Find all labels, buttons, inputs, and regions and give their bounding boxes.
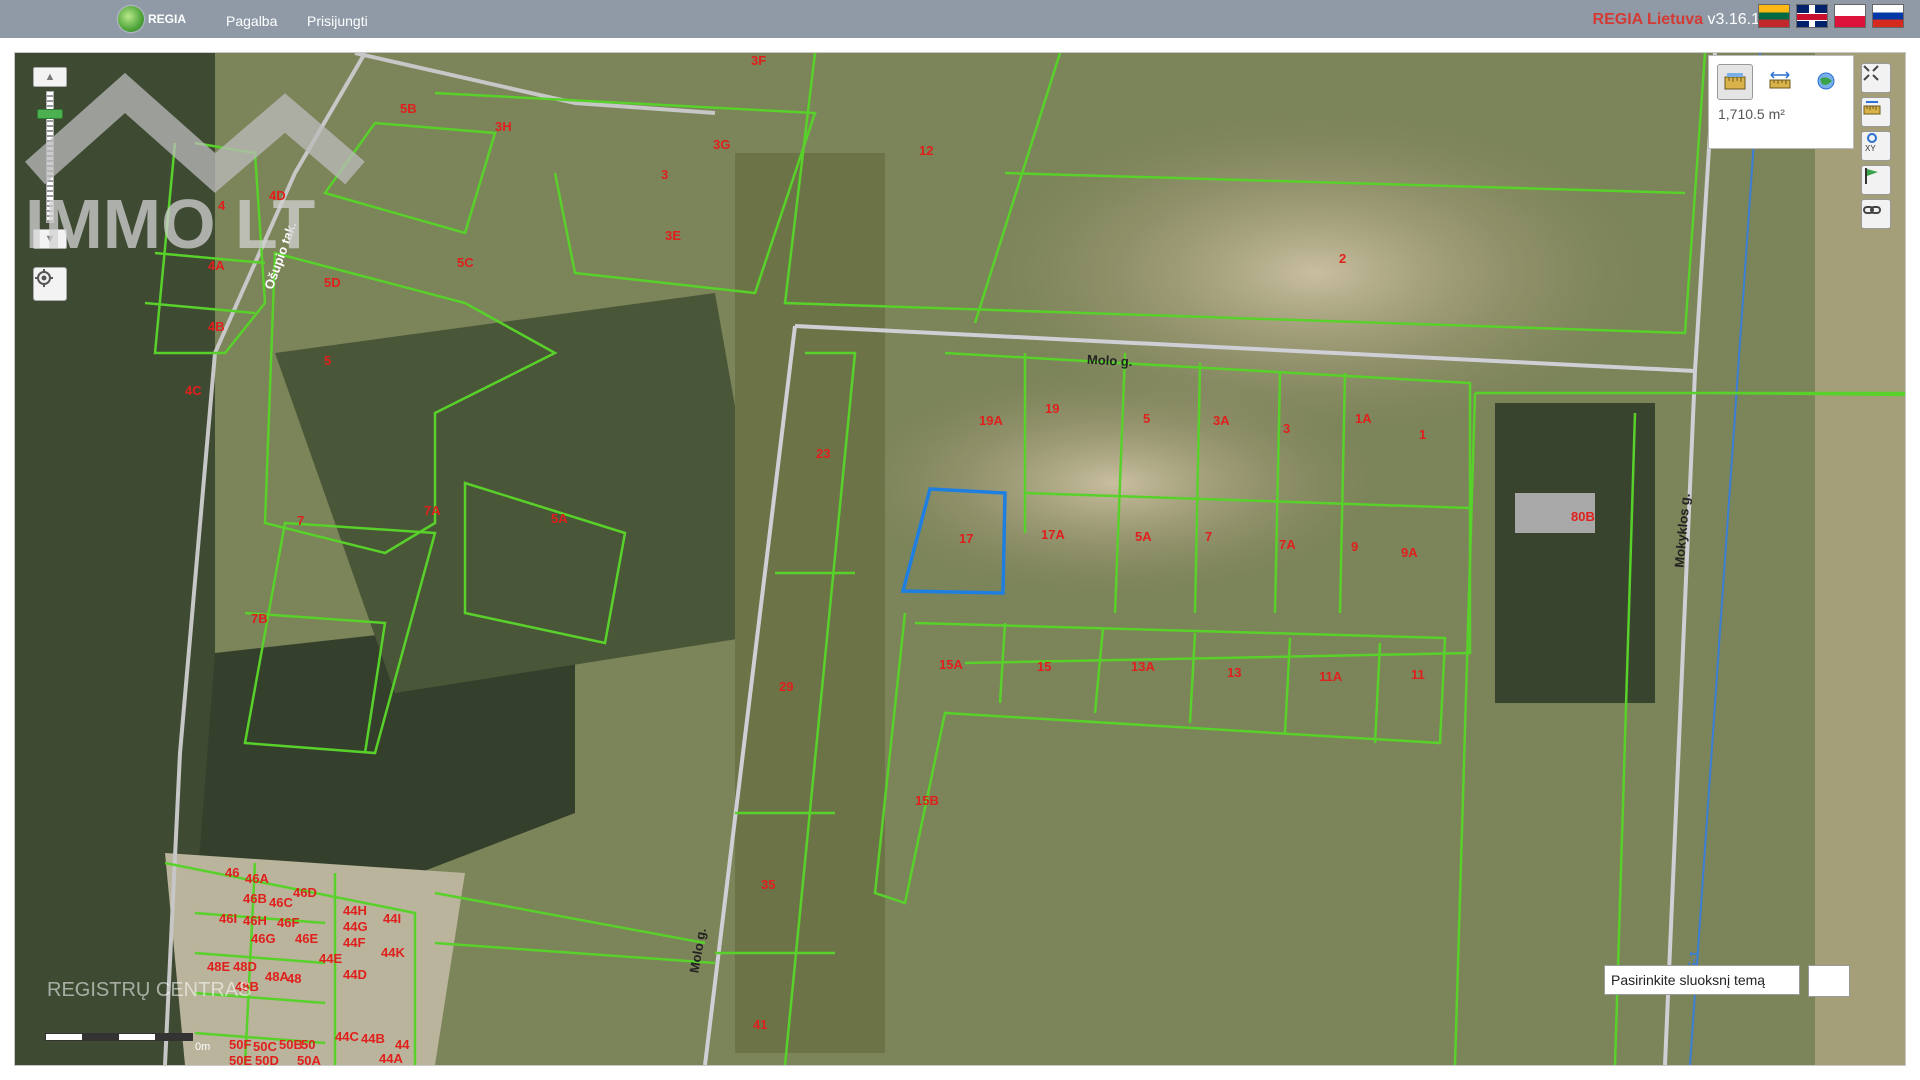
brand-name: REGIA Lietuva [1592,11,1704,28]
field-east [1815,53,1905,1065]
registry-watermark: REGISTRŲ CENTRAS [47,979,252,1001]
crosshair-icon [35,269,53,287]
layer-select-input[interactable] [1604,965,1800,995]
flag-ru-icon[interactable] [1872,4,1904,28]
logo-text: REGIA [148,12,187,26]
scale-bar [45,1033,193,1041]
sand-area-2 [855,373,1375,593]
measure-panel: 1,710.5 m² [1708,55,1854,149]
area-ruler-icon [1724,73,1746,90]
distance-ruler-icon [1769,71,1791,89]
measured-area-value: 1,710.5 m² [1718,106,1785,122]
brand-title: REGIA Lietuva v3.16.1 [1593,11,1760,29]
immo-watermark-text: IMMO LT [25,185,315,253]
measure-tool-button[interactable] [1861,97,1891,127]
language-switcher [1758,4,1904,28]
distance-measure-button[interactable] [1763,64,1797,98]
link-button[interactable] [1861,199,1891,229]
location-button[interactable] [1809,64,1843,98]
globe-icon [1817,72,1835,90]
immo-watermark: IMMO LT [25,72,365,253]
flag-pl-icon[interactable] [1834,4,1866,28]
ruler-icon [1863,101,1881,115]
flag-en-icon[interactable] [1796,4,1828,28]
top-bar: REGIA Pagalba Prisijungti REGIA Lietuva … [0,0,1920,38]
locate-button[interactable] [33,267,67,301]
scale-label: 0m [195,1041,211,1053]
link-icon [1863,206,1881,214]
regia-logo[interactable]: REGIA [118,6,186,32]
coordinates-button[interactable]: XY [1861,131,1891,161]
nav-help-link[interactable]: Pagalba [226,13,277,29]
flag-icon [1865,168,1878,184]
building-80b [1515,493,1595,533]
fullscreen-button[interactable] [1861,63,1891,93]
layer-select-button[interactable] [1808,965,1850,997]
area-measure-button[interactable] [1717,64,1753,100]
app-version: v3.16.1 [1707,11,1760,28]
regia-logo-icon [118,6,144,32]
flag-button[interactable] [1861,165,1891,195]
flag-lt-icon[interactable] [1758,4,1790,28]
nav-login-link[interactable]: Prisijungti [307,13,368,29]
svg-text:XY: XY [1865,144,1876,152]
expand-icon [1863,65,1879,81]
xy-icon: XY [1865,133,1877,152]
map-canvas[interactable]: Molo g. Molo g. Mokyklos g. Ošupio tak. … [14,52,1906,1066]
